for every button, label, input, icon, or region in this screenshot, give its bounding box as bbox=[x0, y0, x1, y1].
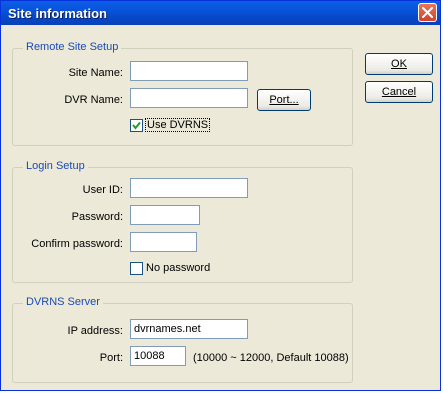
checkmark-icon bbox=[132, 121, 141, 130]
password-label: Password: bbox=[71, 211, 123, 223]
use-dvrns-label[interactable]: Use DVRNS bbox=[144, 118, 211, 132]
confirm-password-field[interactable] bbox=[130, 232, 197, 252]
confirm-password-label: Confirm password: bbox=[31, 238, 123, 250]
port-field[interactable]: 10088 bbox=[130, 346, 186, 366]
password-field[interactable] bbox=[130, 205, 200, 225]
port-label: Port: bbox=[99, 352, 123, 364]
site-name-field[interactable] bbox=[130, 61, 248, 81]
title-bar[interactable]: Site information bbox=[1, 1, 440, 25]
port-button-label: Port... bbox=[269, 94, 299, 106]
ok-button-label: OK bbox=[391, 58, 407, 70]
remote-site-setup-label: Remote Site Setup bbox=[23, 41, 122, 53]
site-information-dialog: Site information Remote Site Setup Site … bbox=[0, 0, 441, 391]
port-range-hint: (10000 ~ 12000, Default 10088) bbox=[193, 352, 349, 364]
login-setup-label: Login Setup bbox=[23, 160, 88, 172]
no-password-label[interactable]: No password bbox=[146, 262, 210, 274]
port-button[interactable]: Port... bbox=[257, 89, 311, 111]
dvr-name-label: DVR Name: bbox=[64, 94, 123, 106]
dvr-name-field[interactable] bbox=[130, 88, 248, 108]
user-id-field[interactable] bbox=[130, 178, 248, 198]
ip-address-field[interactable]: dvrnames.net bbox=[130, 319, 248, 339]
ok-button[interactable]: OK bbox=[365, 53, 433, 75]
dvrns-server-group: DVRNS Server bbox=[12, 296, 353, 383]
use-dvrns-checkbox[interactable] bbox=[130, 119, 143, 132]
no-password-checkbox[interactable] bbox=[130, 262, 143, 275]
cancel-button[interactable]: Cancel bbox=[365, 81, 433, 103]
close-icon bbox=[422, 7, 433, 18]
user-id-label: User ID: bbox=[82, 184, 123, 196]
ip-address-label: IP address: bbox=[67, 325, 123, 337]
dvrns-server-label: DVRNS Server bbox=[23, 296, 103, 308]
dialog-title: Site information bbox=[8, 6, 107, 21]
cancel-button-label: Cancel bbox=[381, 86, 417, 98]
site-name-label: Site Name: bbox=[68, 67, 123, 79]
close-button[interactable] bbox=[418, 3, 437, 22]
